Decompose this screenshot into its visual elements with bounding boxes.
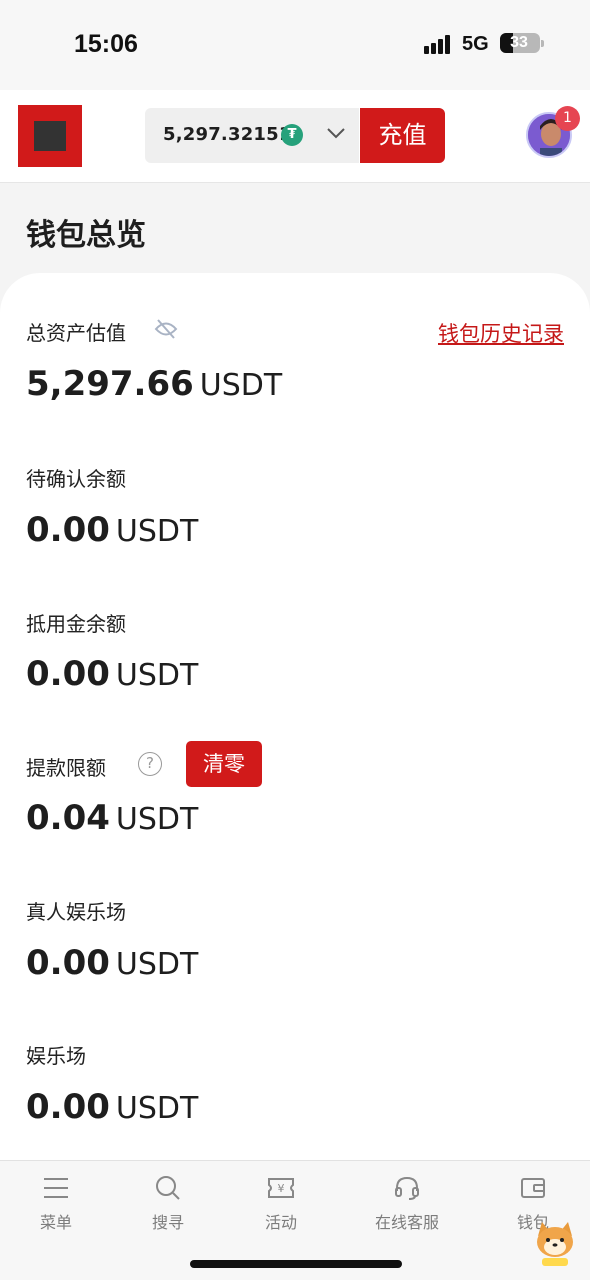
pending-balance-amount: 0.00 xyxy=(26,510,110,550)
voucher-balance-unit: USDT xyxy=(115,658,199,693)
casino-value: 0.00 USDT xyxy=(26,1087,198,1127)
nav-label-promotions: 活动 xyxy=(264,1213,297,1232)
nav-item-promotions[interactable]: ¥ 活动 xyxy=(231,1175,331,1233)
clear-button[interactable]: 清零 xyxy=(186,741,262,787)
total-assets-label: 总资产估值 xyxy=(26,321,126,345)
total-assets-unit: USDT xyxy=(199,368,283,403)
ticket-icon: ¥ xyxy=(268,1178,294,1198)
live-casino-value: 0.00 USDT xyxy=(26,943,198,983)
balance-selector[interactable]: 5,297.32151 ₮ xyxy=(145,108,359,163)
deposit-button[interactable]: 充值 xyxy=(360,108,445,163)
headset-icon xyxy=(395,1176,419,1200)
total-assets-value: 5,297.66 USDT xyxy=(26,364,282,404)
home-indicator xyxy=(190,1260,402,1268)
tether-icon: ₮ xyxy=(281,124,303,146)
nav-label-search: 搜寻 xyxy=(151,1213,184,1232)
menu-icon xyxy=(44,1178,68,1198)
eye-off-icon[interactable] xyxy=(154,318,178,340)
battery-level: 33 xyxy=(510,34,528,51)
casino-amount: 0.00 xyxy=(26,1087,110,1127)
total-assets-amount: 5,297.66 xyxy=(26,364,194,404)
wallet-history-link[interactable]: 钱包历史记录 xyxy=(438,318,564,348)
live-casino-label: 真人娱乐场 xyxy=(26,900,126,924)
nav-item-menu[interactable]: 菜单 xyxy=(6,1175,106,1233)
voucher-balance-value: 0.00 USDT xyxy=(26,654,198,694)
casino-unit: USDT xyxy=(115,1091,199,1126)
wallet-icon xyxy=(521,1178,545,1198)
site-logo[interactable] xyxy=(18,105,82,167)
balance-amount: 5,297.32151 xyxy=(163,124,292,145)
live-casino-amount: 0.00 xyxy=(26,943,110,983)
app-header: 5,297.32151 ₮ 充值 1 xyxy=(0,90,590,183)
withdrawal-limit-value: 0.04 USDT xyxy=(26,798,198,838)
network-type: 5G xyxy=(462,33,489,55)
svg-text:¥: ¥ xyxy=(278,1182,285,1195)
status-bar: 15:06 5G 33 xyxy=(0,0,590,90)
signal-icon xyxy=(424,34,454,54)
live-casino-unit: USDT xyxy=(115,947,199,982)
voucher-balance-label: 抵用金余额 xyxy=(26,612,126,636)
battery-icon: 33 xyxy=(500,33,544,53)
search-icon xyxy=(156,1176,180,1200)
status-time: 15:06 xyxy=(74,30,138,58)
nav-label-support: 在线客服 xyxy=(374,1213,439,1232)
voucher-balance-amount: 0.00 xyxy=(26,654,110,694)
withdrawal-limit-amount: 0.04 xyxy=(26,798,110,838)
nav-item-search[interactable]: 搜寻 xyxy=(118,1175,218,1233)
help-icon[interactable]: ? xyxy=(138,752,162,776)
pending-balance-label: 待确认余额 xyxy=(26,467,126,491)
shiba-mascot-icon xyxy=(537,1222,573,1266)
pending-balance-unit: USDT xyxy=(115,514,199,549)
nav-label-menu: 菜单 xyxy=(39,1213,72,1232)
page-title: 钱包总览 xyxy=(26,218,146,253)
chevron-down-icon[interactable] xyxy=(325,122,347,144)
nav-item-support[interactable]: 在线客服 xyxy=(357,1175,457,1233)
withdrawal-limit-label: 提款限额 xyxy=(26,756,106,780)
pending-balance-value: 0.00 USDT xyxy=(26,510,198,550)
withdrawal-limit-unit: USDT xyxy=(115,802,199,837)
casino-label: 娱乐场 xyxy=(26,1044,86,1068)
notification-badge: 1 xyxy=(555,106,580,131)
wallet-overview-card xyxy=(0,273,590,1173)
